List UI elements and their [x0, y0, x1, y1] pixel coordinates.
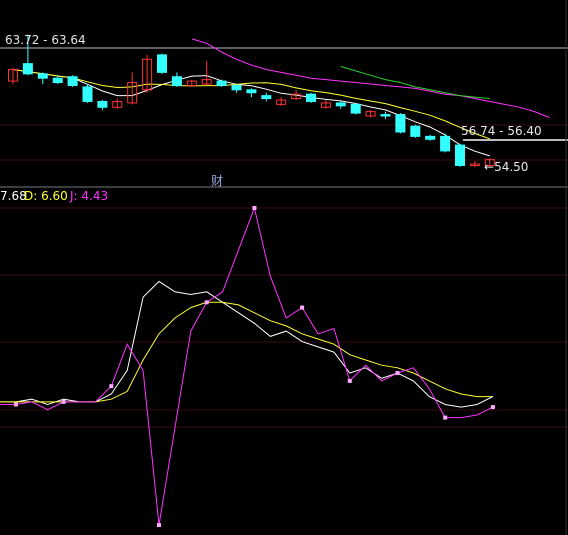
kdj-j-point: [61, 399, 66, 404]
bearish-candle: [231, 84, 242, 91]
kdj-j-point: [443, 415, 448, 420]
kdj-j-point: [395, 371, 400, 376]
high-price-label: 63.72 - 63.64: [5, 33, 86, 47]
kdj-d-value: D: 6.60: [24, 189, 68, 203]
ma20-line: [191, 38, 550, 118]
bearish-candle: [335, 102, 346, 107]
bearish-candle: [52, 77, 63, 84]
bearish-candle: [37, 73, 48, 79]
bearish-candle: [306, 93, 316, 102]
bearish-candle: [395, 114, 406, 133]
bearish-candle: [455, 144, 465, 166]
bearish-candle: [246, 89, 257, 94]
candlestick-series: [8, 34, 495, 167]
bearish-candle: [97, 100, 108, 108]
low-price-value: 54.50: [494, 160, 529, 174]
ma5-line: [12, 69, 490, 157]
bearish-candle: [171, 76, 182, 86]
kdj-j-value: J: 4.43: [70, 189, 109, 203]
bearish-candle: [216, 80, 227, 86]
kdj-j-line: [0, 206, 494, 526]
kdj-k-value: 7.68: [0, 189, 27, 203]
bearish-candle: [82, 86, 93, 102]
ma60-line: [340, 66, 490, 99]
grid-lines: [0, 0, 568, 535]
kdj-j-point: [490, 405, 495, 410]
bearish-candle: [261, 95, 272, 100]
chart-canvas[interactable]: [0, 0, 568, 535]
kdj-j-point: [347, 378, 352, 383]
kdj-indicator-lines: [0, 206, 495, 527]
bearish-candle: [380, 114, 391, 117]
kdj-j-point: [157, 523, 161, 527]
kdj-j-point: [204, 300, 209, 305]
kdj-j-point: [109, 384, 114, 389]
kdj-j-point: [300, 305, 305, 310]
kdj-j-point: [13, 402, 18, 407]
mid-price-label: 56.74 - 56.40: [461, 124, 542, 138]
financial-report-marker[interactable]: 财: [209, 173, 225, 189]
low-price-label: ←54.50: [484, 160, 529, 174]
bearish-candle: [157, 54, 167, 73]
bearish-candle: [440, 135, 451, 152]
kdj-j-point: [252, 206, 257, 210]
bearish-candle: [350, 103, 361, 114]
bearish-candle: [22, 63, 33, 75]
kdj-k-line: [0, 280, 494, 408]
bearish-candle: [67, 76, 78, 86]
bearish-candle: [410, 125, 421, 137]
bearish-candle: [425, 135, 436, 140]
